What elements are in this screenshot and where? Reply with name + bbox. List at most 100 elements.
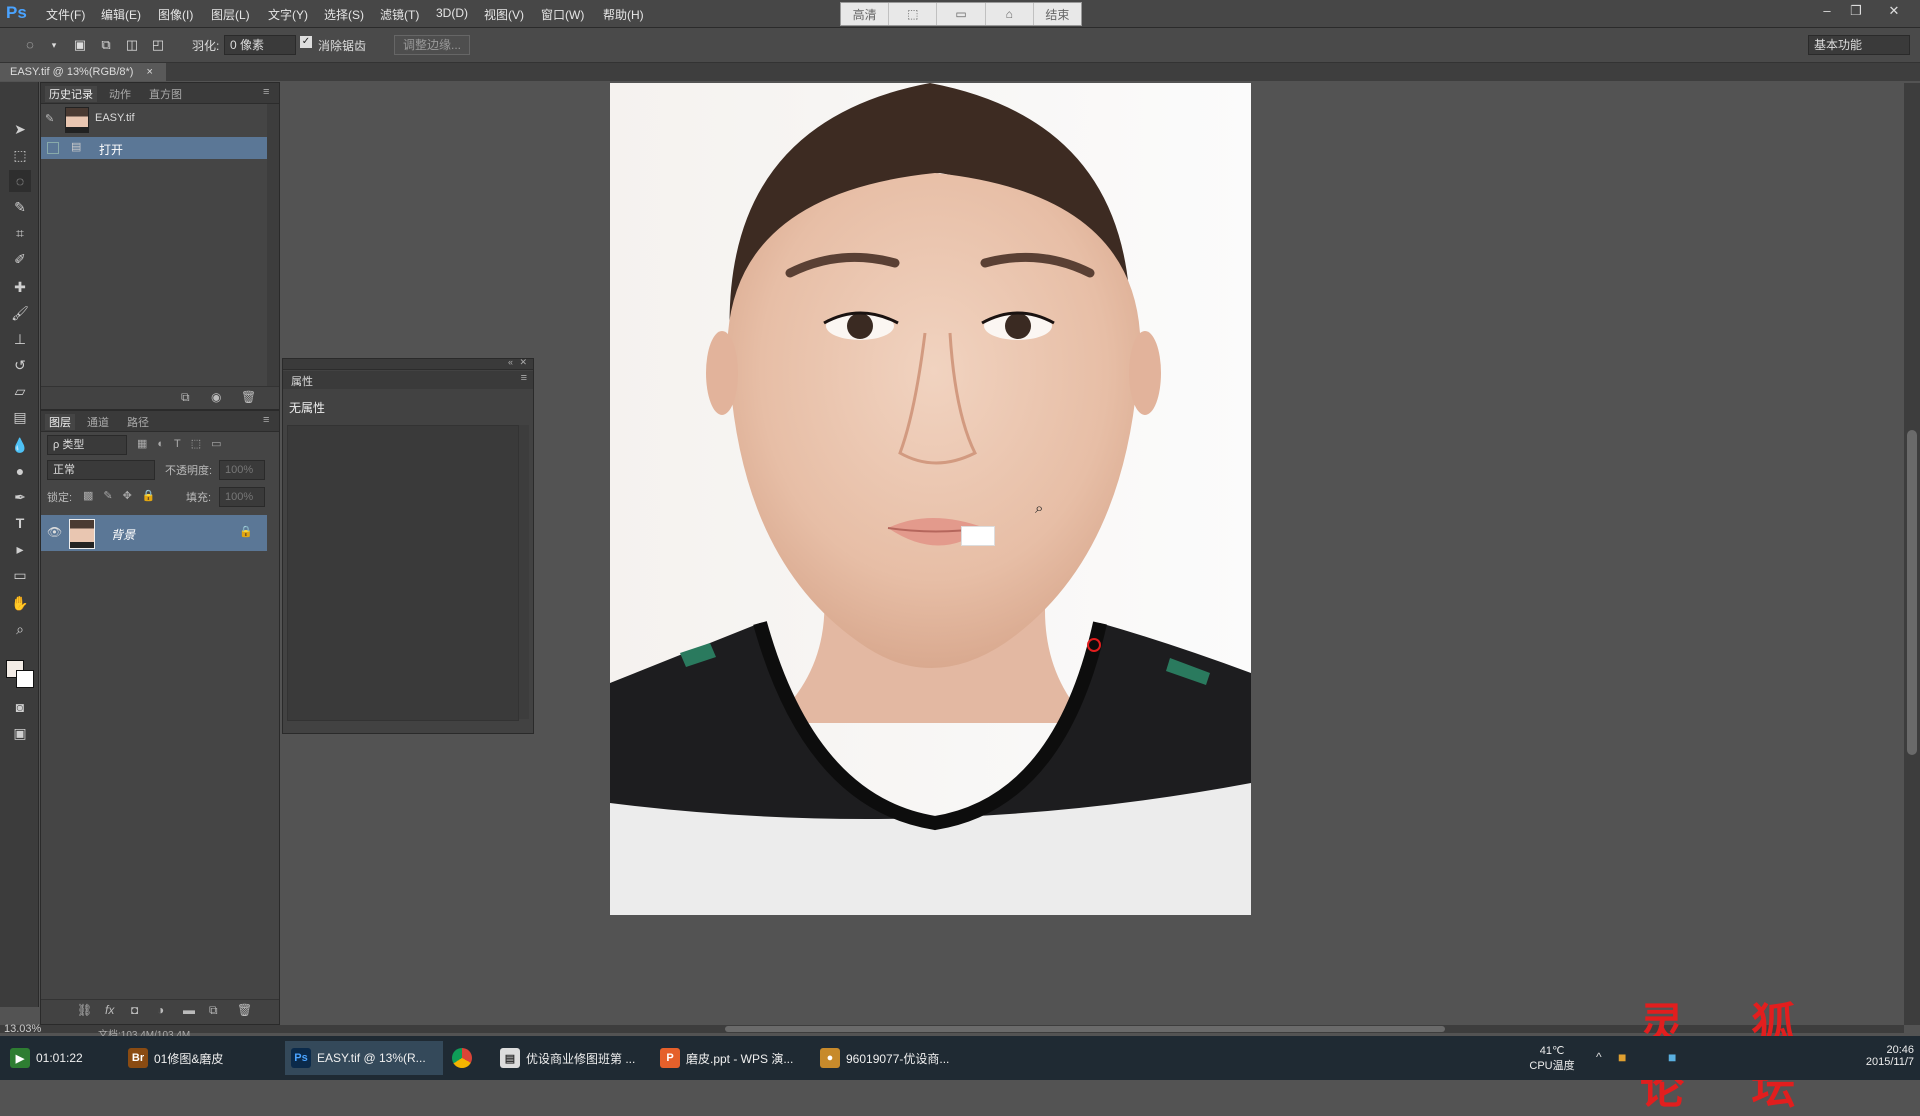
- collapse-icon[interactable]: «: [508, 357, 513, 367]
- brush-icon[interactable]: 🖌: [9, 302, 31, 324]
- history-item[interactable]: ▤ 打开: [41, 137, 267, 159]
- adjustment-layer-icon[interactable]: ◑: [157, 1003, 164, 1017]
- close-icon[interactable]: ✕: [1883, 3, 1905, 19]
- lasso-icon[interactable]: ◌: [9, 170, 31, 192]
- menu-layer[interactable]: 图层(L): [211, 6, 250, 23]
- tray-app-icon[interactable]: ■: [1618, 1049, 1626, 1065]
- taskbar-item-chrome[interactable]: [452, 1041, 472, 1075]
- zoom-icon[interactable]: ⌕: [9, 618, 31, 640]
- menu-window[interactable]: 窗口(W): [541, 6, 584, 23]
- lock-icons[interactable]: ▩✎✥🔒: [83, 489, 166, 502]
- vertical-scroll-thumb[interactable]: [1907, 430, 1917, 755]
- history-brush-icon[interactable]: ↺: [9, 354, 31, 376]
- intersect-selection-icon[interactable]: ◰: [148, 35, 168, 55]
- menu-view[interactable]: 视图(V): [484, 6, 524, 23]
- refine-edge-button[interactable]: 调整边缘...: [394, 35, 471, 55]
- minimize-icon[interactable]: –: [1816, 3, 1838, 19]
- properties-title[interactable]: 属性: [291, 373, 313, 389]
- feather-input[interactable]: 0 像素: [224, 35, 296, 55]
- blend-mode-select[interactable]: 正常: [47, 460, 155, 480]
- tab-history[interactable]: 历史记录: [45, 86, 97, 102]
- layer-filter-select[interactable]: ρ 类型: [47, 435, 127, 455]
- type-icon[interactable]: T: [9, 512, 31, 534]
- tab-channels[interactable]: 通道: [87, 414, 109, 430]
- taskbar-item-document[interactable]: ▤ 优设商业修图班第 ...: [500, 1041, 635, 1075]
- history-snapshot[interactable]: ✎ EASY.tif: [41, 104, 267, 134]
- eyedropper-icon[interactable]: ✐: [9, 248, 31, 270]
- properties-drag-bar[interactable]: « ✕: [283, 357, 533, 370]
- dodge-icon[interactable]: ●: [9, 460, 31, 482]
- move-icon[interactable]: ➤: [9, 118, 31, 140]
- stop-button[interactable]: 结束: [1034, 3, 1081, 25]
- window-icon[interactable]: ▭: [937, 3, 986, 25]
- properties-scrollbar[interactable]: [519, 425, 529, 719]
- workspace-select[interactable]: 基本功能: [1808, 35, 1910, 55]
- add-mask-icon[interactable]: ◘: [131, 1003, 138, 1017]
- preset-dropdown-icon[interactable]: ▾: [44, 35, 64, 55]
- quick-select-icon[interactable]: ✎: [9, 196, 31, 218]
- panel-menu-icon[interactable]: ≡: [263, 86, 269, 98]
- hd-button[interactable]: 高清: [841, 3, 890, 25]
- document-canvas[interactable]: ⌕: [610, 83, 1251, 915]
- document-tab[interactable]: EASY.tif @ 13%(RGB/8*) ×: [0, 63, 166, 81]
- healing-brush-icon[interactable]: ✚: [9, 276, 31, 298]
- clock[interactable]: 20:46 2015/11/7: [1848, 1044, 1914, 1068]
- screen-mode-icon[interactable]: ▣: [9, 722, 31, 744]
- subtract-selection-icon[interactable]: ◫: [122, 35, 142, 55]
- pen-icon[interactable]: ✒: [9, 486, 31, 508]
- fx-icon[interactable]: fx: [105, 1003, 114, 1017]
- panel-menu-icon[interactable]: ≡: [263, 414, 269, 426]
- gradient-icon[interactable]: ▤: [9, 406, 31, 428]
- antialias-checkbox[interactable]: ✓: [300, 36, 312, 48]
- fill-input[interactable]: 100%: [219, 487, 265, 507]
- new-layer-icon[interactable]: ⧉: [209, 1003, 218, 1018]
- menu-type[interactable]: 文字(Y): [268, 6, 308, 23]
- zoom-level[interactable]: 13.03%: [4, 1023, 41, 1035]
- tab-histogram[interactable]: 直方图: [149, 86, 182, 102]
- new-selection-icon[interactable]: ▣: [70, 35, 90, 55]
- document-tab-close-icon[interactable]: ×: [147, 66, 153, 78]
- tray-network-icon[interactable]: ■: [1668, 1049, 1676, 1065]
- history-brush-source-icon[interactable]: ✎: [45, 112, 54, 125]
- menu-edit[interactable]: 编辑(E): [101, 6, 141, 23]
- region-icon[interactable]: ⬚: [889, 3, 938, 25]
- layer-filter-icons[interactable]: ▦◐T⬚▭: [137, 437, 232, 450]
- close-panel-icon[interactable]: ✕: [519, 357, 527, 368]
- eye-icon[interactable]: 👁: [47, 525, 62, 539]
- camera-icon[interactable]: ◉: [211, 390, 221, 404]
- menu-file[interactable]: 文件(F): [46, 6, 85, 23]
- add-selection-icon[interactable]: ⧉: [96, 35, 116, 55]
- trash-icon[interactable]: 🗑: [241, 390, 256, 404]
- trash-icon[interactable]: 🗑: [237, 1003, 252, 1017]
- home-icon[interactable]: ⌂: [986, 3, 1034, 25]
- new-group-icon[interactable]: ▬: [183, 1003, 195, 1017]
- tab-actions[interactable]: 动作: [109, 86, 131, 102]
- marquee-icon[interactable]: ⬚: [9, 144, 31, 166]
- tray-expand-icon[interactable]: ^: [1596, 1050, 1602, 1064]
- clone-stamp-icon[interactable]: ⊥: [9, 328, 31, 350]
- shape-icon[interactable]: ▭: [9, 564, 31, 586]
- menu-3d[interactable]: 3D(D): [436, 6, 468, 20]
- quick-mask-icon[interactable]: ◙: [9, 696, 31, 718]
- menu-filter[interactable]: 滤镜(T): [380, 6, 419, 23]
- taskbar-item-wps[interactable]: P 磨皮.ppt - WPS 演...: [660, 1041, 793, 1075]
- layer-row[interactable]: 👁 背景 🔒: [41, 515, 267, 551]
- taskbar-item-bridge[interactable]: Br 01修图&磨皮: [128, 1041, 223, 1075]
- menu-image[interactable]: 图像(I): [158, 6, 193, 23]
- horizontal-scroll-thumb[interactable]: [725, 1026, 1445, 1032]
- history-scrollbar[interactable]: [267, 104, 279, 388]
- new-document-from-state-icon[interactable]: ⧉: [181, 390, 190, 405]
- link-layers-icon[interactable]: ⛓: [77, 1003, 92, 1017]
- blur-icon[interactable]: 💧: [9, 434, 31, 456]
- lasso-preset-icon[interactable]: ◌: [20, 35, 40, 55]
- tab-layers[interactable]: 图层: [45, 414, 75, 430]
- crop-icon[interactable]: ⌗: [9, 222, 31, 244]
- taskbar-item-photoshop[interactable]: Ps EASY.tif @ 13%(R...: [285, 1041, 443, 1075]
- taskbar-item-chat[interactable]: ● 96019077-优设商...: [820, 1041, 949, 1075]
- layer-name[interactable]: 背景: [111, 526, 135, 543]
- menu-select[interactable]: 选择(S): [324, 6, 364, 23]
- opacity-input[interactable]: 100%: [219, 460, 265, 480]
- timer-widget[interactable]: ▶ 01:01:22: [10, 1041, 83, 1075]
- eraser-icon[interactable]: ▱: [9, 380, 31, 402]
- path-select-icon[interactable]: ▸: [9, 538, 31, 560]
